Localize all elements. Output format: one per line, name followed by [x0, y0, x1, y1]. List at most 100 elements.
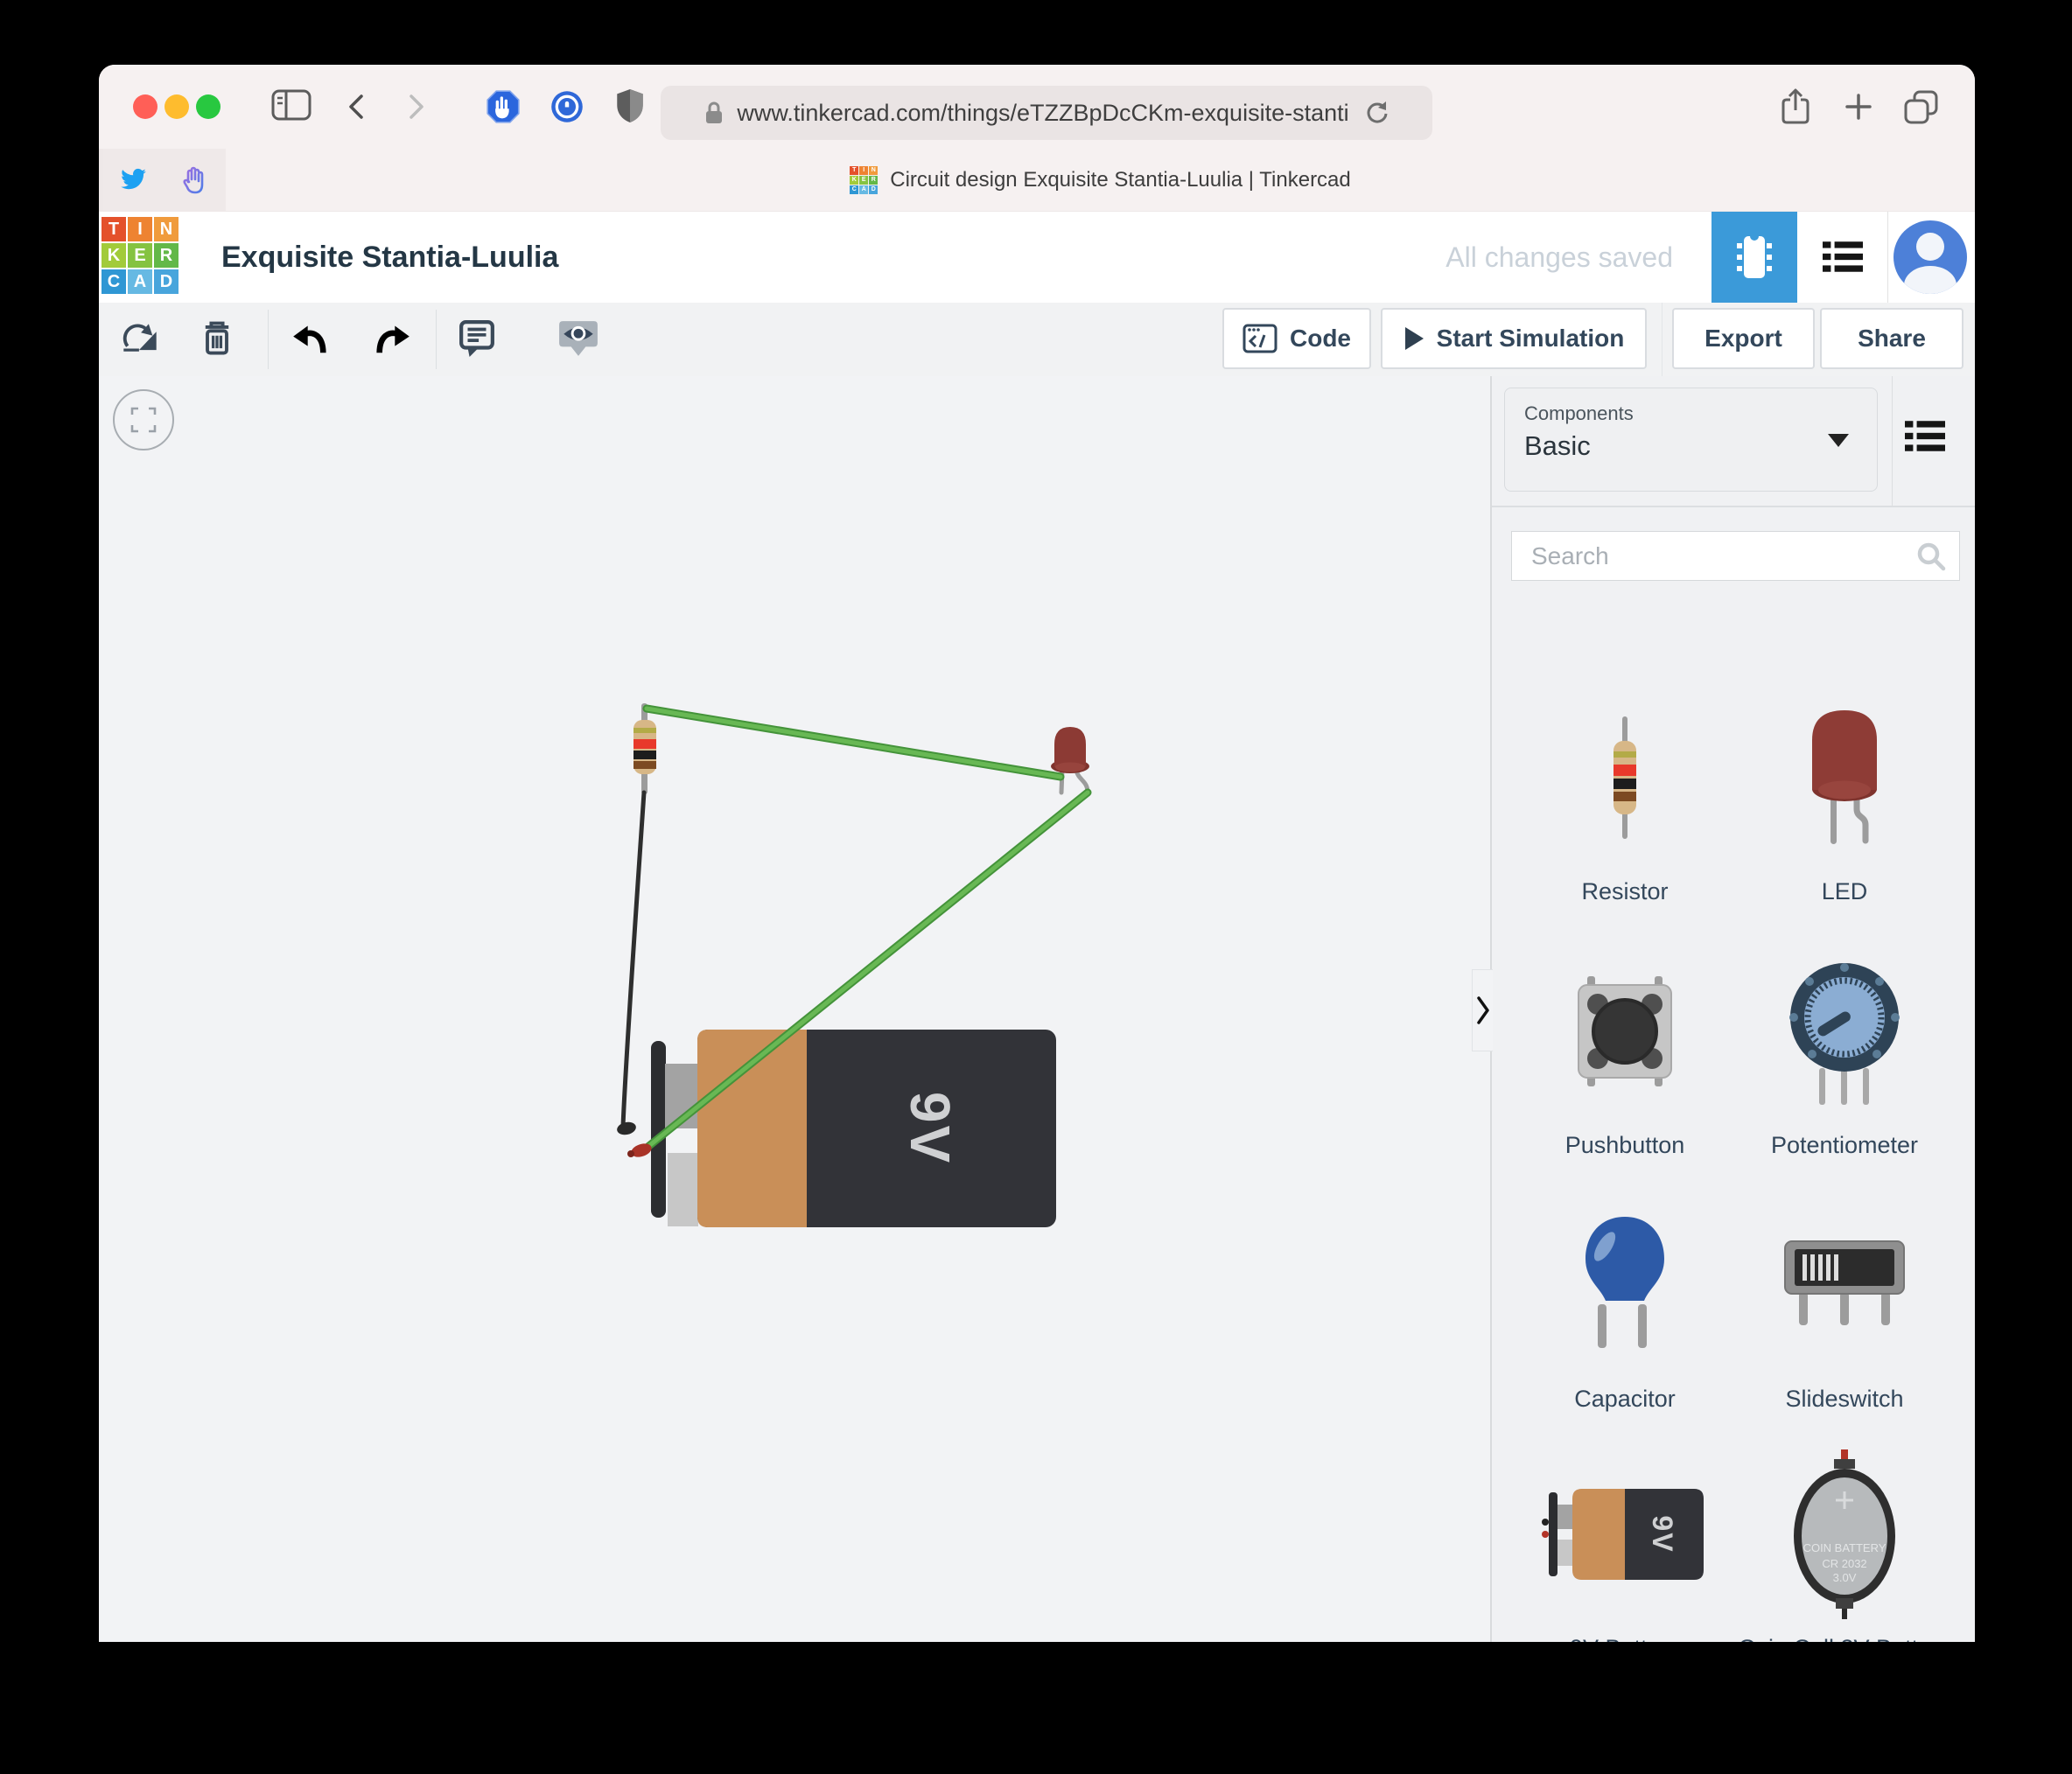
battery-negative-connector[interactable] — [616, 1121, 637, 1136]
save-status: All changes saved — [1376, 212, 1673, 303]
component-label: Potentiometer — [1771, 1131, 1918, 1160]
coin-text-2: CR 2032 — [1822, 1557, 1866, 1570]
header-divider — [1887, 212, 1888, 303]
component-tile-coin-cell[interactable]: COIN BATTERY CR 20323.0V Coin Cell 3V Bat… — [1735, 1447, 1954, 1642]
export-button[interactable]: Export — [1672, 308, 1815, 369]
undo-button[interactable] — [291, 324, 330, 357]
design-title[interactable]: Exquisite Stantia-Luulia — [221, 212, 558, 303]
tab-title: Circuit design Exquisite Stantia-Luulia … — [890, 168, 1351, 192]
list-icon — [1823, 241, 1863, 274]
potentiometer-icon — [1786, 944, 1903, 1119]
back-button[interactable] — [346, 94, 366, 120]
components-category-dropdown[interactable]: Components Basic — [1504, 388, 1878, 492]
battery-9v-icon: 9V — [1542, 1447, 1708, 1622]
browser-window: www.tinkercad.com/things/eTZZBpDcCKm-exq… — [99, 65, 1975, 1642]
start-simulation-button[interactable]: Start Simulation — [1381, 308, 1647, 369]
component-label: LED — [1822, 877, 1868, 906]
privacy-shield-extension-icon[interactable] — [615, 88, 645, 123]
component-label: Pushbutton — [1565, 1131, 1685, 1160]
battery-canvas-label: 9V — [899, 1092, 962, 1165]
search-input[interactable] — [1530, 535, 1900, 576]
code-button[interactable]: Code — [1222, 308, 1371, 369]
chevron-down-icon — [1828, 434, 1849, 447]
component-search — [1511, 531, 1960, 581]
start-simulation-label: Start Simulation — [1437, 325, 1625, 353]
export-label: Export — [1704, 325, 1782, 353]
rotate-button[interactable] — [121, 320, 159, 359]
password-manager-extension-icon[interactable] — [550, 89, 584, 124]
code-label: Code — [1290, 325, 1351, 353]
resistor-canvas[interactable] — [634, 703, 656, 794]
visibility-button[interactable] — [557, 318, 599, 359]
wire-resistor-to-battery-black[interactable] — [623, 793, 644, 1127]
tab-bar: TIN KER CAD Circuit design Exquisite Sta… — [99, 149, 1975, 213]
lock-icon — [704, 101, 724, 125]
wire-resistor-to-led[interactable] — [647, 709, 1060, 777]
edit-toolbar: Code Start Simulation Export Share — [99, 303, 1975, 377]
circuits-view-button[interactable] — [1712, 212, 1797, 303]
battery-9v-canvas[interactable]: 9V — [651, 1030, 1056, 1227]
coin-text-1: COIN BATTERY — [1803, 1541, 1886, 1554]
coin-text-3: 3.0V — [1833, 1571, 1857, 1584]
forward-button[interactable] — [407, 94, 426, 120]
battery-icon-label: 9V — [1647, 1515, 1678, 1553]
share-label: Share — [1858, 325, 1926, 353]
reload-icon[interactable] — [1365, 101, 1390, 125]
component-tile-pushbutton[interactable]: Pushbutton — [1516, 944, 1734, 1160]
search-icon — [1915, 541, 1947, 572]
share-button[interactable]: Share — [1820, 308, 1964, 369]
component-tile-led[interactable]: LED — [1735, 690, 1954, 906]
circuit-canvas[interactable]: 9V — [99, 376, 1490, 1642]
sidebar-divider — [1892, 376, 1893, 506]
redo-button[interactable] — [373, 324, 411, 357]
delete-button[interactable] — [200, 318, 234, 357]
resistor-icon — [1611, 690, 1639, 865]
minimize-window-button[interactable] — [164, 94, 189, 119]
components-category-value: Basic — [1524, 430, 1591, 462]
address-bar[interactable]: www.tinkercad.com/things/eTZZBpDcCKm-exq… — [661, 86, 1432, 140]
sidebar-toggle-icon[interactable] — [271, 88, 312, 122]
hand-icon — [178, 164, 210, 196]
components-label: Components — [1524, 402, 1634, 425]
led-canvas[interactable] — [1051, 727, 1089, 793]
components-sidebar: Components Basic Resistor LED — [1490, 376, 1975, 1642]
twitter-icon — [118, 167, 148, 193]
code-icon — [1242, 324, 1278, 353]
chevron-right-icon — [1476, 995, 1490, 1026]
component-label: Coin Cell 3V Battery — [1738, 1634, 1950, 1642]
component-tile-9v-battery[interactable]: 9V 9V Battery — [1516, 1447, 1734, 1642]
zoom-window-button[interactable] — [196, 94, 220, 119]
component-tile-capacitor[interactable]: Capacitor — [1516, 1198, 1734, 1414]
pinned-tab-hand[interactable] — [163, 149, 227, 211]
pushbutton-icon — [1568, 944, 1682, 1119]
capacitor-icon — [1574, 1198, 1676, 1372]
component-label: Capacitor — [1574, 1385, 1676, 1414]
component-label: 9V Battery — [1570, 1634, 1680, 1642]
tinkercad-favicon: TIN KER CAD — [850, 166, 878, 194]
close-window-button[interactable] — [133, 94, 158, 119]
circuit-drawing: 9V — [99, 376, 1490, 1642]
list-icon — [1905, 420, 1945, 453]
component-tile-slideswitch[interactable]: Slideswitch — [1735, 1198, 1954, 1414]
share-icon[interactable] — [1780, 87, 1811, 126]
coin-cell-icon: COIN BATTERY CR 20323.0V — [1789, 1447, 1900, 1622]
active-tab[interactable]: TIN KER CAD Circuit design Exquisite Sta… — [226, 149, 1975, 211]
avatar[interactable] — [1894, 220, 1967, 294]
toolbar-divider — [268, 310, 269, 369]
component-list-view-button[interactable] — [1797, 212, 1887, 303]
component-tile-resistor[interactable]: Resistor — [1516, 690, 1734, 906]
new-tab-icon[interactable] — [1844, 92, 1873, 122]
sidebar-collapse-handle[interactable] — [1472, 969, 1493, 1051]
pinned-tab-twitter[interactable] — [103, 149, 164, 211]
safari-toolbar: www.tinkercad.com/things/eTZZBpDcCKm-exq… — [99, 65, 1975, 149]
notes-button[interactable] — [458, 318, 495, 359]
tab-overview-icon[interactable] — [1903, 89, 1940, 126]
component-tile-potentiometer[interactable]: Potentiometer — [1735, 944, 1954, 1160]
tinkercad-logo[interactable]: TIN KER CAD — [102, 217, 178, 294]
component-list-toggle[interactable] — [1905, 420, 1945, 453]
content-blocker-extension-icon[interactable] — [486, 89, 521, 124]
play-icon — [1404, 326, 1424, 351]
ic-chip-icon — [1733, 231, 1775, 283]
sidebar-divider — [1492, 506, 1975, 507]
slideswitch-icon — [1783, 1198, 1906, 1372]
